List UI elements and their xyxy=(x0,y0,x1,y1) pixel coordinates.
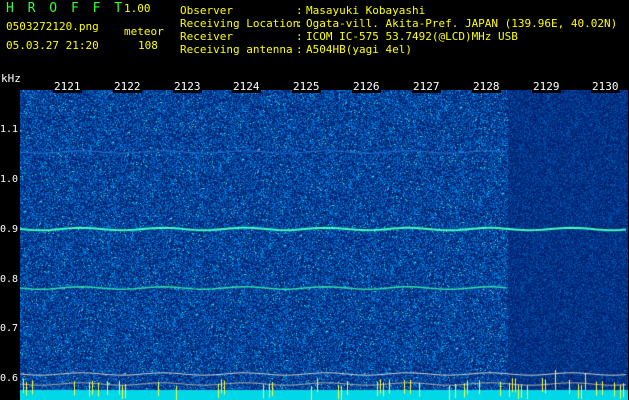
info-antenna-value: A504HB(yagi 4el) xyxy=(306,43,412,56)
count-label: 108 xyxy=(138,39,158,52)
time-label: 2122 xyxy=(113,80,142,93)
time-label: 2125 xyxy=(292,80,321,93)
info-receiver-value: ICOM IC-575 53.7492(@LCD)MHz USB xyxy=(306,30,518,43)
time-label: 2128 xyxy=(472,80,501,93)
info-location-value: Ogata-vill. Akita-Pref. JAPAN (139.96E, … xyxy=(306,17,618,30)
y-axis-label: 1.1 xyxy=(0,124,19,135)
info-receiver-sep: : xyxy=(296,30,303,43)
time-label: 2124 xyxy=(232,80,261,93)
info-antenna-sep: : xyxy=(296,43,303,56)
timestamp-label: 05.03.27 21:20 xyxy=(6,39,99,52)
time-label: 2130 xyxy=(591,80,620,93)
y-axis-label: 0.6 xyxy=(0,373,19,384)
info-observer-key: Observer xyxy=(180,4,233,17)
time-label: 2121 xyxy=(53,80,82,93)
time-label: 2127 xyxy=(412,80,441,93)
info-observer-value: Masayuki Kobayashi xyxy=(306,4,426,17)
y-axis-label: 0.9 xyxy=(0,224,19,235)
time-label: 2126 xyxy=(352,80,381,93)
filename-label: 0503272120.png xyxy=(6,20,99,33)
khz-unit-label: kHz xyxy=(1,72,21,85)
spectrogram xyxy=(20,90,628,400)
version-label: 1.00 xyxy=(124,2,151,15)
time-label: 2129 xyxy=(532,80,561,93)
app-title: H R O F F T xyxy=(6,1,126,16)
time-label: 2123 xyxy=(173,80,202,93)
info-receiver-key: Receiver xyxy=(180,30,233,43)
info-location-key: Receiving Location xyxy=(180,17,300,30)
mode-label: meteor xyxy=(124,25,164,38)
info-observer-sep: : xyxy=(296,4,303,17)
y-axis-label: 0.7 xyxy=(0,323,19,334)
info-antenna-key: Receiving antenna xyxy=(180,43,293,56)
y-axis-label: 0.8 xyxy=(0,274,19,285)
info-location-sep: : xyxy=(296,17,303,30)
y-axis-label: 1.0 xyxy=(0,174,19,185)
